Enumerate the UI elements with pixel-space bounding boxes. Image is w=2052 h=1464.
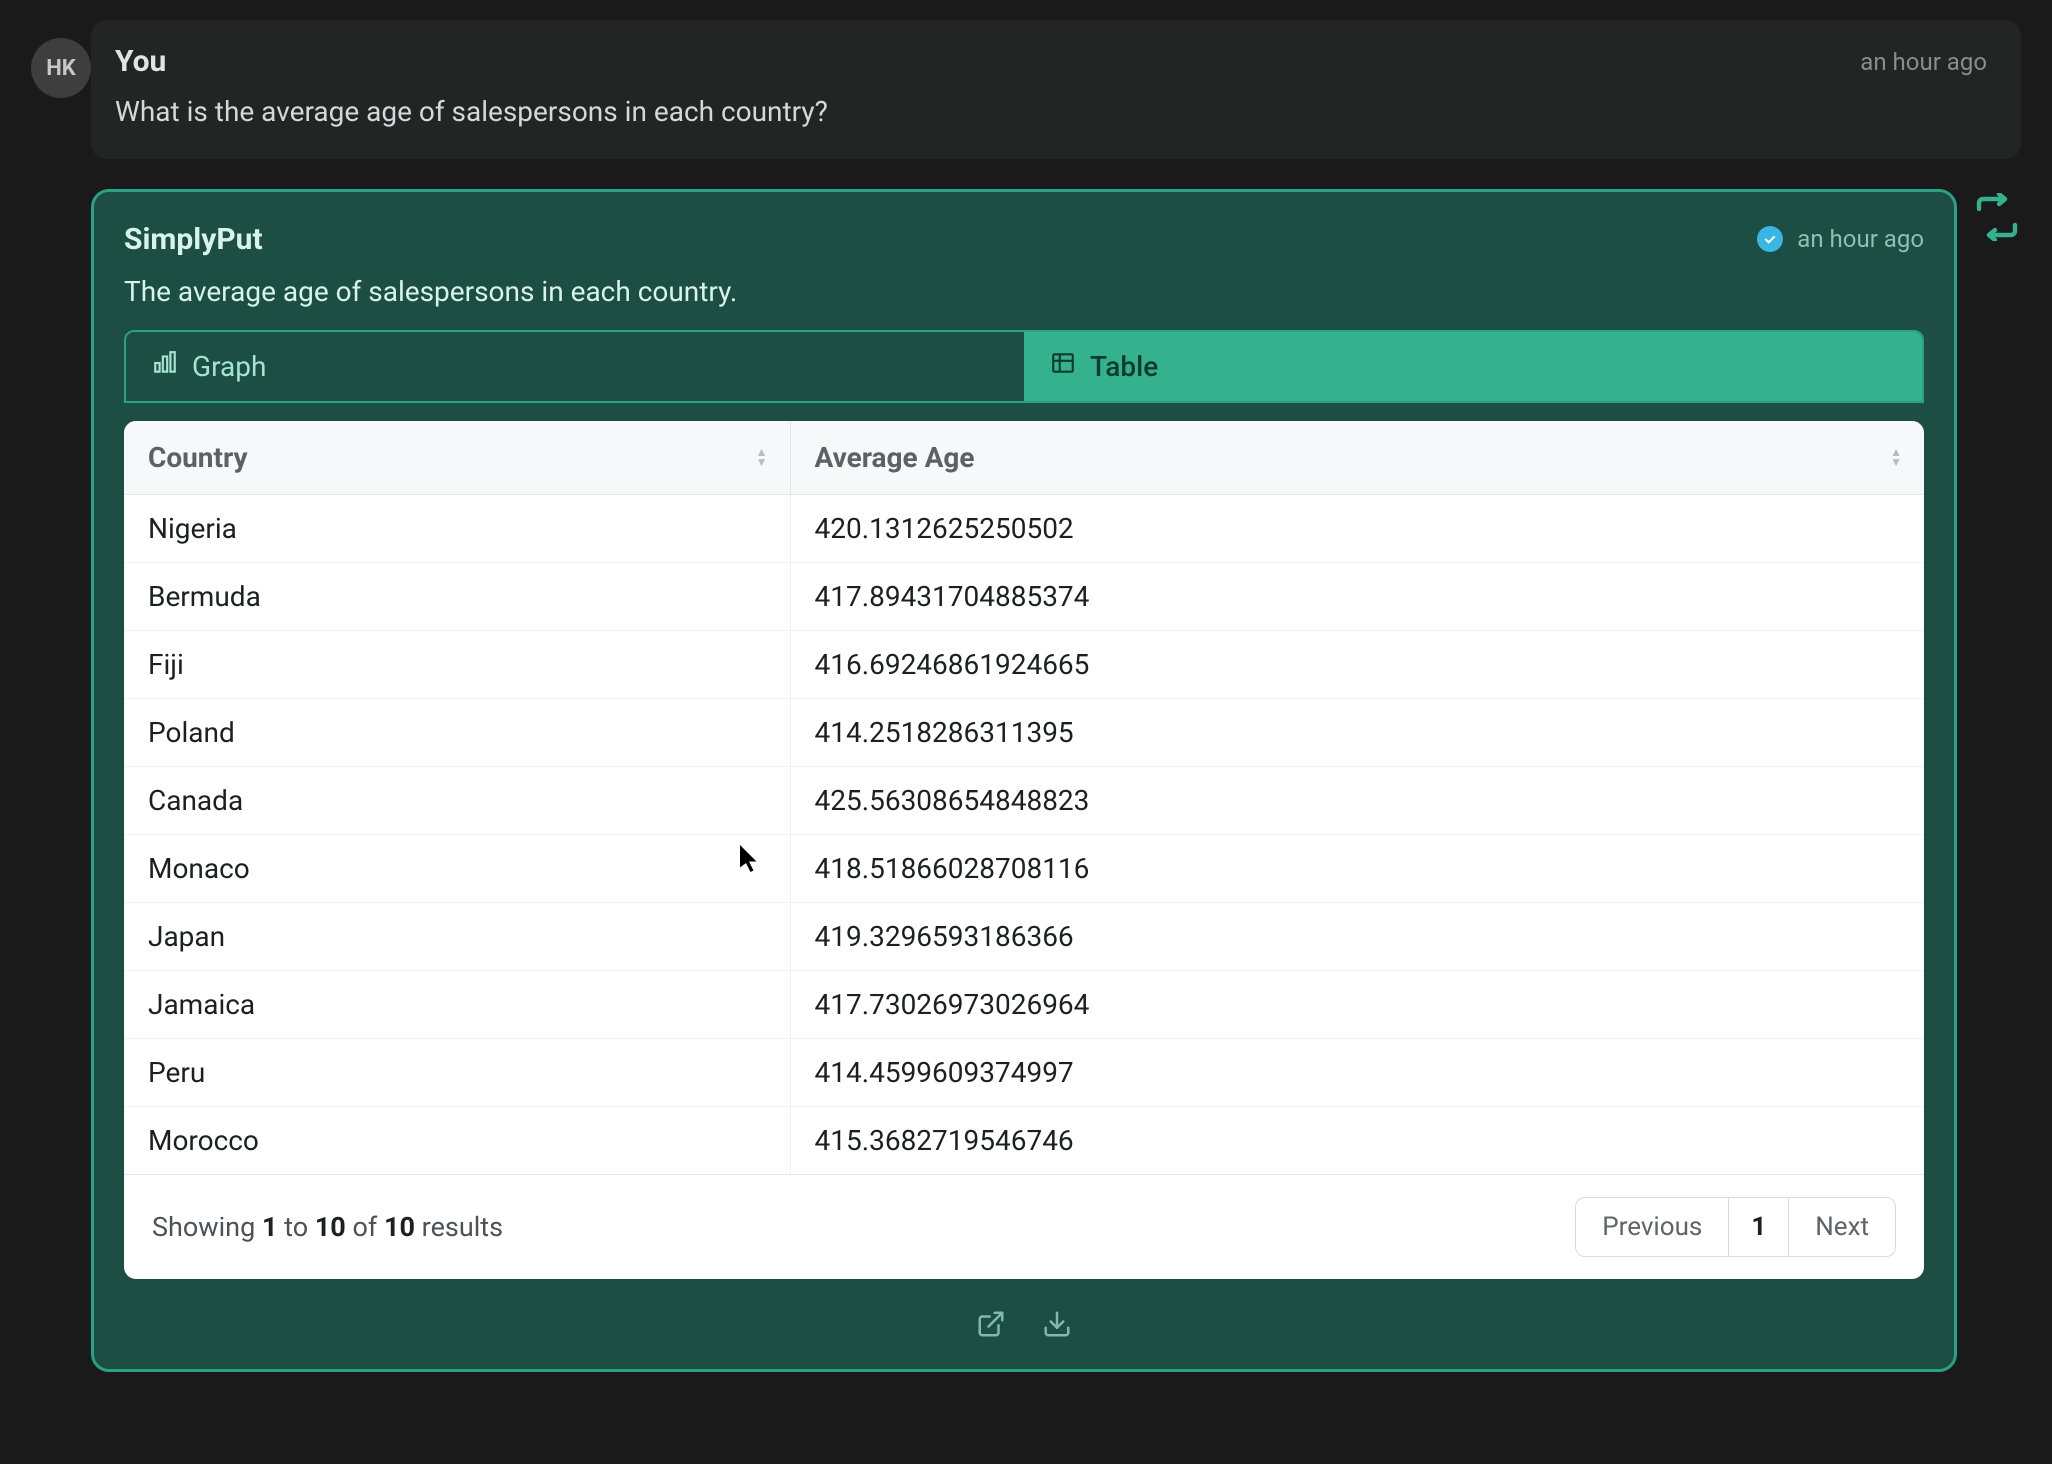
results-table: Country ▲▼ Average Age ▲▼ Nigeria420.131… [124, 421, 1924, 1174]
view-tabs: Graph Table [124, 330, 1924, 403]
bot-response-card: SimplyPut an hour ago The average age of… [91, 189, 1957, 1372]
table-row: Poland414.2518286311395 [124, 698, 1924, 766]
cell-country: Nigeria [124, 494, 790, 562]
table-row: Japan419.3296593186366 [124, 902, 1924, 970]
cell-average-age: 419.3296593186366 [790, 902, 1924, 970]
pagination-status: Showing 1 to 10 of 10 results [152, 1211, 503, 1243]
cell-country: Peru [124, 1038, 790, 1106]
cell-country: Canada [124, 766, 790, 834]
tab-graph-label: Graph [192, 350, 266, 383]
user-avatar: HK [31, 38, 91, 98]
bot-description: The average age of salespersons in each … [124, 275, 1924, 308]
table-row: Bermuda417.89431704885374 [124, 562, 1924, 630]
column-header-country-label: Country [148, 441, 248, 474]
table-row: Jamaica417.73026973026964 [124, 970, 1924, 1038]
column-header-average-age[interactable]: Average Age ▲▼ [790, 421, 1924, 495]
table-row: Morocco415.3682719546746 [124, 1106, 1924, 1174]
column-header-average-age-label: Average Age [815, 441, 975, 474]
table-row: Monaco418.51866028708116 [124, 834, 1924, 902]
cell-average-age: 420.1312625250502 [790, 494, 1924, 562]
table-row: Peru414.4599609374997 [124, 1038, 1924, 1106]
card-action-bar [124, 1309, 1924, 1343]
column-header-country[interactable]: Country ▲▼ [124, 421, 790, 495]
pagination-controls: Previous 1 Next [1575, 1197, 1896, 1257]
download-icon[interactable] [1042, 1309, 1072, 1343]
cell-country: Japan [124, 902, 790, 970]
cell-country: Poland [124, 698, 790, 766]
cell-country: Fiji [124, 630, 790, 698]
verified-badge-icon [1757, 226, 1783, 252]
cell-average-age: 415.3682719546746 [790, 1106, 1924, 1174]
avatar-wrap: HK [31, 38, 91, 98]
user-message-text: What is the average age of salespersons … [115, 93, 1987, 131]
user-timestamp: an hour ago [1860, 48, 1987, 76]
sort-icon: ▲▼ [1890, 448, 1902, 466]
table-row: Canada425.56308654848823 [124, 766, 1924, 834]
page-1-button[interactable]: 1 [1729, 1197, 1788, 1257]
cell-country: Monaco [124, 834, 790, 902]
table-icon [1050, 350, 1076, 383]
tab-table-label: Table [1090, 350, 1158, 383]
cell-average-age: 416.69246861924665 [790, 630, 1924, 698]
user-message: HK You an hour ago What is the average a… [91, 20, 2021, 159]
previous-button[interactable]: Previous [1575, 1197, 1729, 1257]
next-button[interactable]: Next [1788, 1197, 1896, 1257]
cell-average-age: 414.4599609374997 [790, 1038, 1924, 1106]
tab-graph[interactable]: Graph [126, 332, 1024, 401]
bar-chart-icon [152, 350, 178, 383]
bot-timestamp: an hour ago [1797, 225, 1924, 253]
table-row: Fiji416.69246861924665 [124, 630, 1924, 698]
bot-name: SimplyPut [124, 222, 263, 257]
pagination-bar: Showing 1 to 10 of 10 results Previous 1… [124, 1174, 1924, 1279]
results-table-container: Country ▲▼ Average Age ▲▼ Nigeria420.131… [124, 421, 1924, 1279]
cell-average-age: 425.56308654848823 [790, 766, 1924, 834]
cell-average-age: 418.51866028708116 [790, 834, 1924, 902]
table-row: Nigeria420.1312625250502 [124, 494, 1924, 562]
user-name: You [115, 44, 166, 79]
cell-average-age: 417.89431704885374 [790, 562, 1924, 630]
cell-average-age: 414.2518286311395 [790, 698, 1924, 766]
cell-country: Bermuda [124, 562, 790, 630]
regenerate-button[interactable] [1973, 189, 2021, 245]
sort-icon: ▲▼ [756, 448, 768, 466]
cell-average-age: 417.73026973026964 [790, 970, 1924, 1038]
tab-table[interactable]: Table [1024, 332, 1922, 401]
cell-country: Jamaica [124, 970, 790, 1038]
cell-country: Morocco [124, 1106, 790, 1174]
open-external-icon[interactable] [976, 1309, 1006, 1343]
